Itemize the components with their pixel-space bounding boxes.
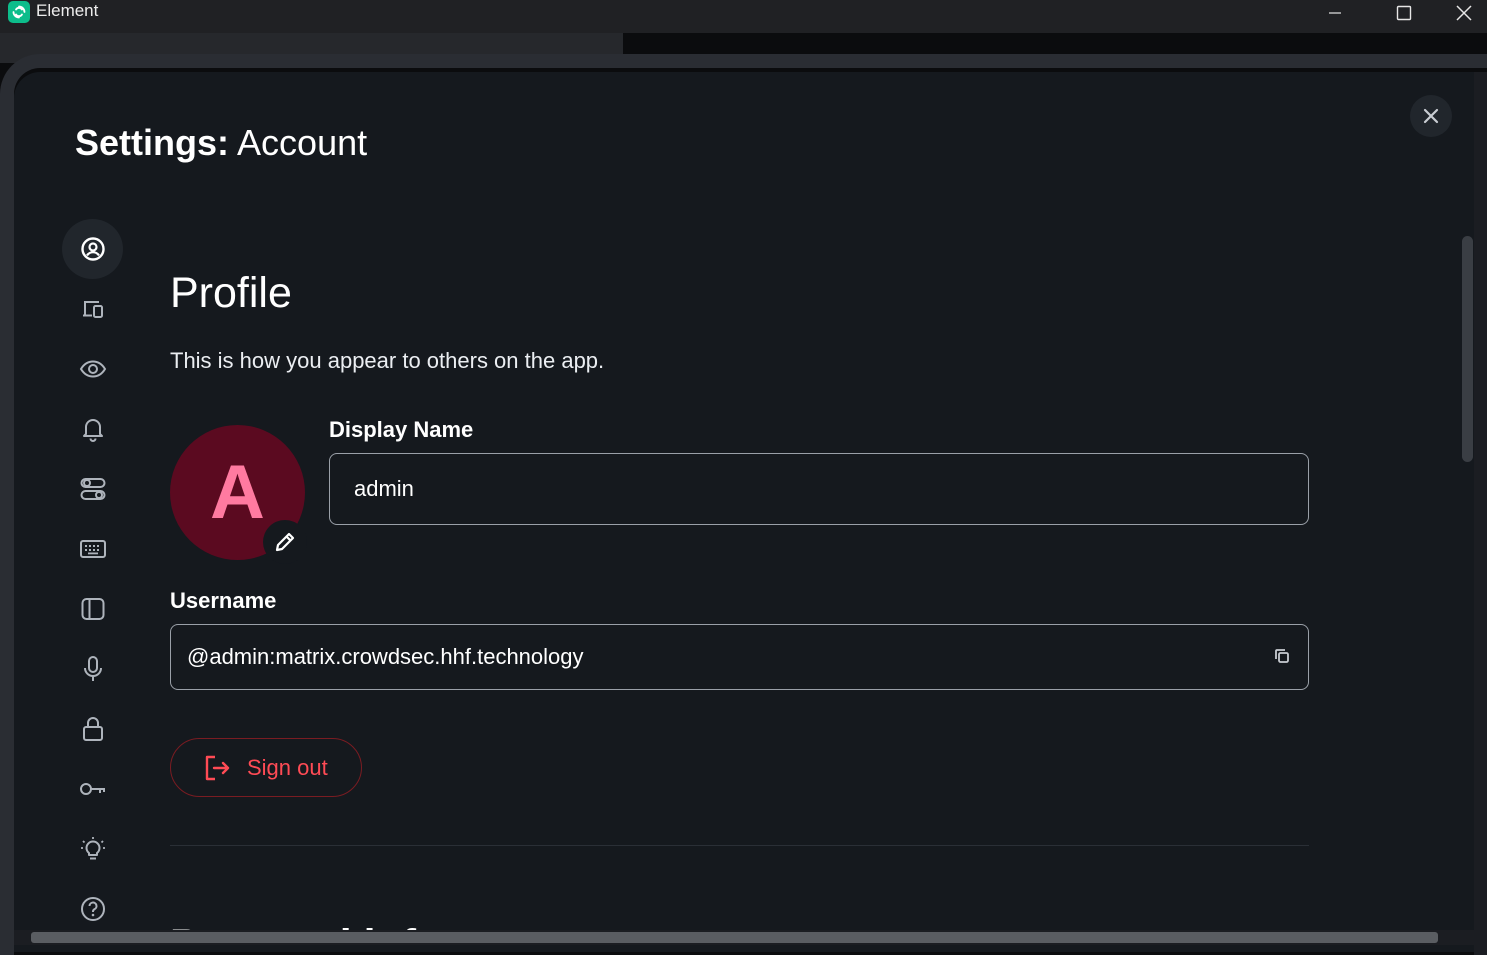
horizontal-scrollbar-thumb[interactable] [31,932,1438,943]
window-title: Element [36,1,99,20]
close-icon [1423,108,1439,124]
tab-preferences[interactable] [62,459,123,519]
username-value: @admin:matrix.crowdsec.hhf.technology [187,644,584,669]
vertical-scrollbar[interactable] [1461,228,1473,918]
avatar-edit-button[interactable] [263,520,307,564]
notifications-icon [82,419,103,442]
vertical-scrollbar-thumb[interactable] [1462,236,1473,462]
avatar-initial: A [210,450,265,535]
maximize-icon [1396,5,1412,21]
appearance-icon [79,360,106,378]
tab-appearance[interactable] [62,339,123,399]
section-heading-profile: Profile [170,269,292,317]
settings-sidebar [62,219,123,939]
display-name-field[interactable] [329,453,1309,525]
pencil-icon [275,532,295,552]
sign-out-button[interactable]: Sign out [170,738,362,797]
tab-encryption[interactable] [62,759,123,819]
window-close-button[interactable] [1441,0,1487,26]
section-divider [170,845,1309,846]
tab-account[interactable] [62,219,123,279]
keyboard-icon [79,540,106,558]
tab-security-privacy[interactable] [62,699,123,759]
copy-username-button[interactable] [1269,643,1295,669]
display-name-label: Display Name [329,417,474,442]
dialog-close-button[interactable] [1410,95,1452,137]
preferences-icon [80,478,105,500]
username-label: Username [170,588,277,613]
labs-icon [80,837,105,860]
encryption-key-icon [79,783,105,795]
username-field: @admin:matrix.crowdsec.hhf.technology [170,624,1309,690]
close-icon [1456,5,1472,21]
profile-subtitle: This is how you appear to others on the … [170,348,605,373]
account-icon [80,237,105,261]
help-about-icon [80,897,105,921]
tab-notifications[interactable] [62,399,123,459]
sessions-icon [82,301,103,318]
window-titlebar: Element [0,0,1487,33]
window-edge [1474,72,1487,955]
element-logo-icon [8,1,30,23]
copy-icon [1275,649,1289,663]
blurred-app-header [0,33,623,63]
tab-keyboard[interactable] [62,519,123,579]
settings-dialog: Settings: Account Profile This is how yo… [14,72,1484,952]
profile-section: Profile This is how you appear to others… [170,72,1310,952]
voice-video-icon [83,656,102,681]
horizontal-scrollbar[interactable] [14,930,1474,945]
tab-sidebar[interactable] [62,579,123,639]
security-privacy-icon [82,717,103,741]
sidebar-icon [81,598,104,620]
sign-out-icon [205,755,230,780]
maximize-button[interactable] [1381,0,1427,26]
minimize-button[interactable] [1312,0,1358,26]
minimize-icon [1329,12,1341,14]
tab-voice-video[interactable] [62,639,123,699]
tab-labs[interactable] [62,819,123,879]
tab-sessions[interactable] [62,279,123,339]
sign-out-label: Sign out [247,754,328,780]
